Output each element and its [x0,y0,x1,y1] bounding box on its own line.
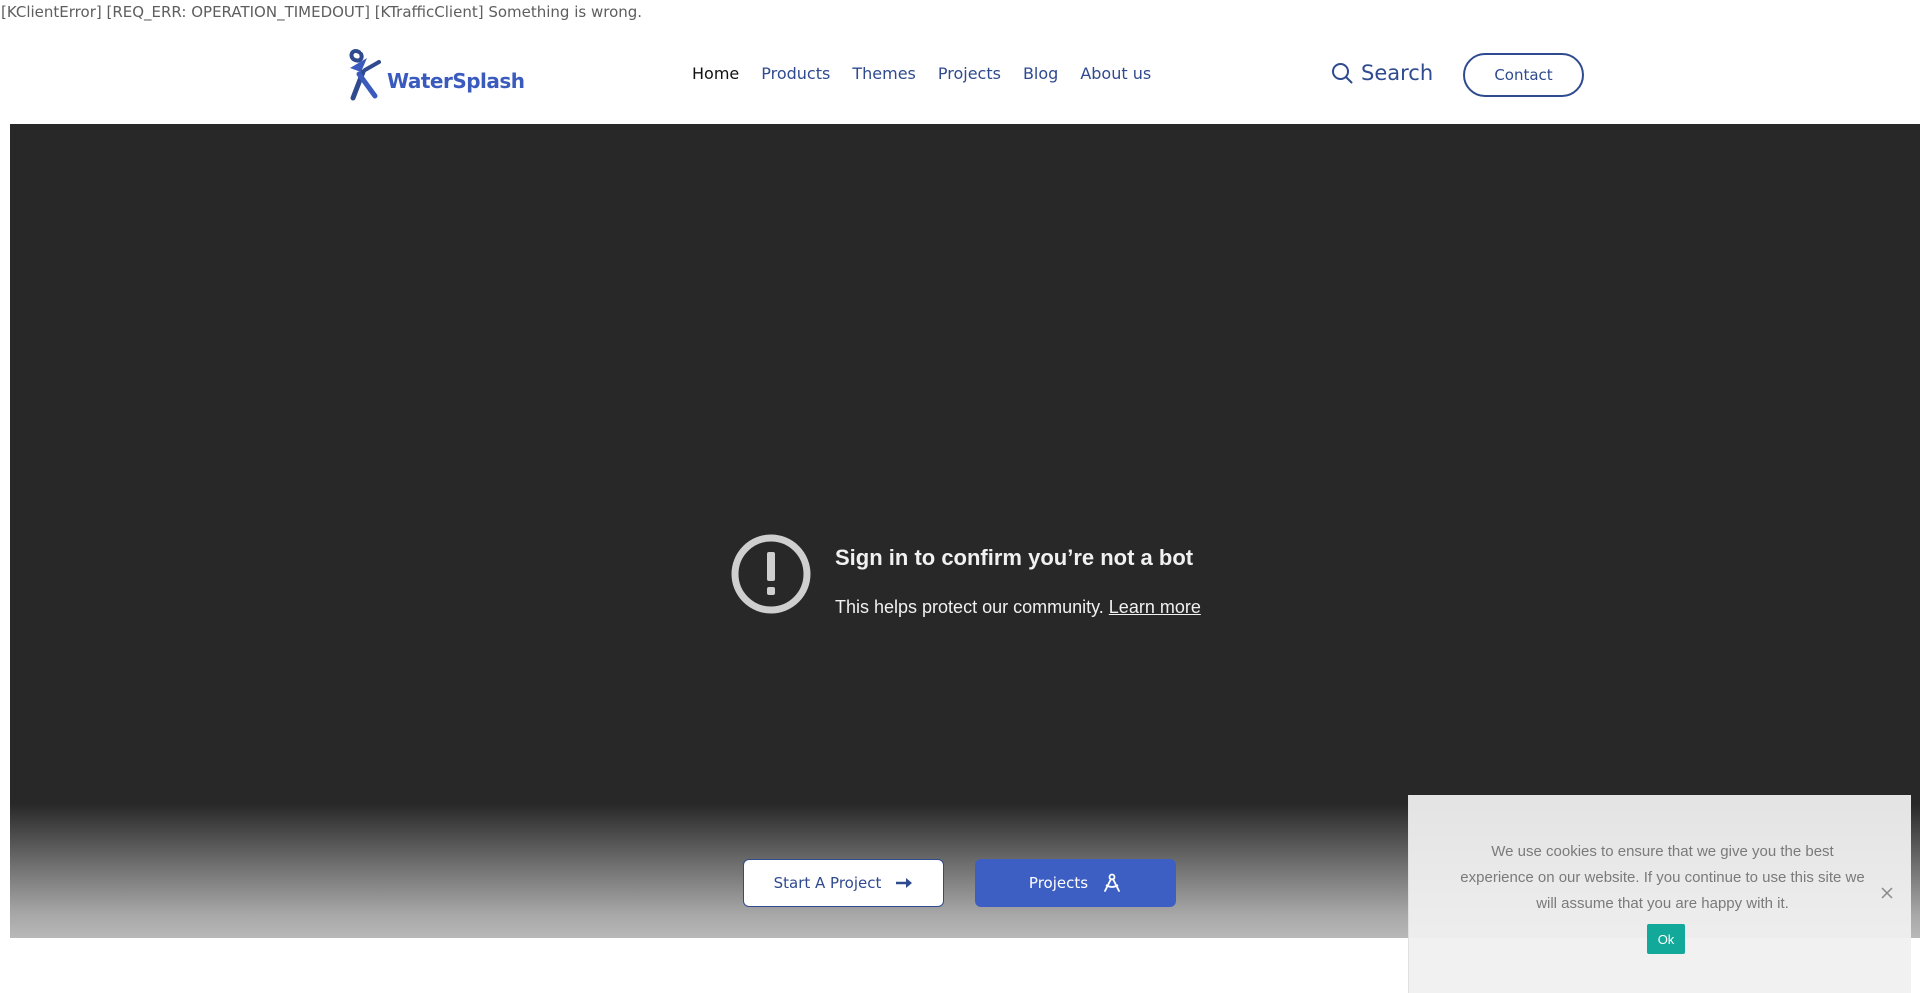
start-project-label: Start A Project [773,874,882,892]
search-button[interactable]: Search [1331,61,1433,85]
nav-home[interactable]: Home [692,64,739,83]
cookie-text: We use cookies to ensure that we give yo… [1460,843,1865,912]
nav-blog[interactable]: Blog [1023,64,1058,83]
nav-products[interactable]: Products [761,64,830,83]
cta-row: Start A Project Projects [743,859,1176,907]
site-header: WaterSplash Home Products Themes Project… [0,30,1920,124]
arrow-right-icon [896,878,913,888]
error-message: [KClientError] [REQ_ERR: OPERATION_TIMED… [1,3,643,21]
start-project-button[interactable]: Start A Project [743,859,944,907]
watersplash-logo-icon [349,49,381,101]
cookie-banner: We use cookies to ensure that we give yo… [1408,795,1911,993]
learn-more-link[interactable]: Learn more [1109,597,1201,617]
bot-check-notice: Sign in to confirm you’re not a bot This… [731,534,1201,618]
projects-label: Projects [1028,874,1089,892]
notice-body-text: This helps protect our community. [835,597,1104,617]
nav-about-us[interactable]: About us [1080,64,1151,83]
cookie-ok-button[interactable]: Ok [1647,924,1685,954]
compass-drafting-icon [1104,873,1120,892]
notice-title: Sign in to confirm you’re not a bot [835,545,1194,570]
search-label: Search [1361,61,1434,85]
search-icon [1332,63,1353,84]
logo-text: WaterSplash [387,69,525,93]
nav-projects[interactable]: Projects [938,64,1001,83]
contact-button[interactable]: Contact [1463,53,1584,97]
notice-body: This helps protect our community. Learn … [835,597,1201,618]
main-nav: Home Products Themes Projects Blog About… [692,64,1151,83]
exclamation-circle-icon [731,534,811,614]
close-icon[interactable] [1879,885,1895,901]
nav-themes[interactable]: Themes [852,64,916,83]
projects-button[interactable]: Projects [975,859,1176,907]
site-logo[interactable]: WaterSplash [345,46,525,102]
